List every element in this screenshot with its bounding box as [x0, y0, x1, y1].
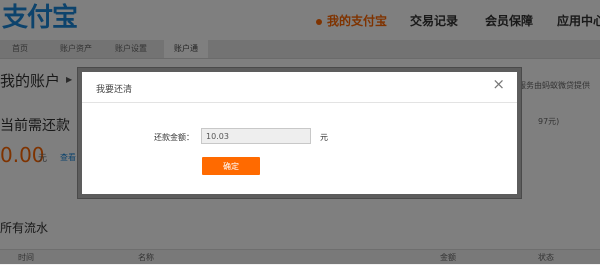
amount-unit: 元	[320, 133, 328, 142]
close-icon[interactable]: ×	[492, 76, 505, 92]
modal-frame: 我要还清 × 还款金额： 元 确定	[77, 67, 522, 199]
amount-input[interactable]	[201, 128, 311, 144]
dialog-header: 我要还清 ×	[82, 72, 517, 103]
confirm-button[interactable]: 确定	[202, 157, 260, 175]
repay-dialog: 我要还清 × 还款金额： 元 确定	[82, 72, 517, 194]
dialog-title: 我要还清	[96, 85, 133, 95]
amount-label: 还款金额：	[154, 133, 194, 142]
